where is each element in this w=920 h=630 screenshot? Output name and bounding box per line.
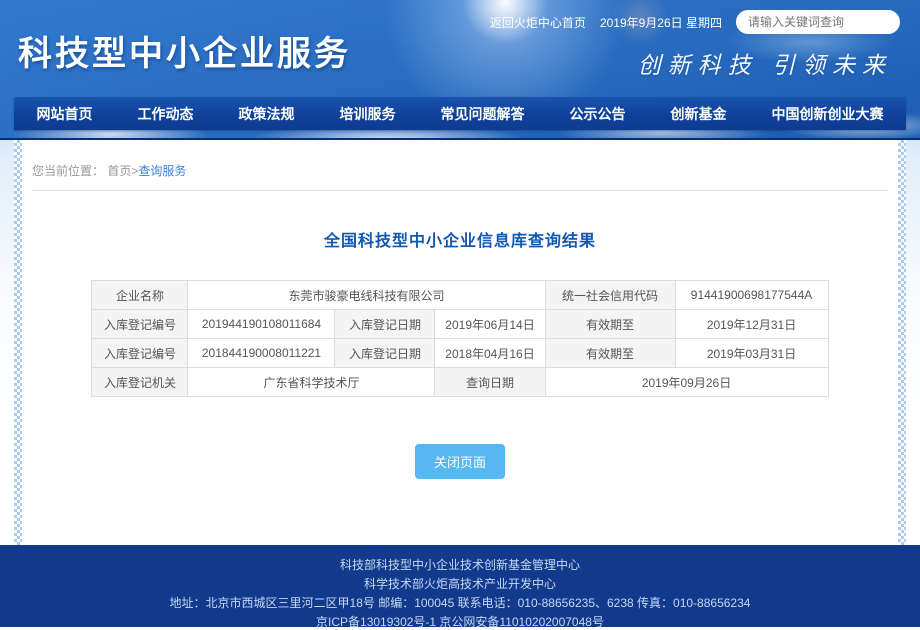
- top-utility-bar: 返回火炬中心首页 2019年9月26日 星期四: [490, 10, 900, 34]
- label-registration-date-2018: 入库登记日期: [335, 339, 435, 368]
- footer-org-line-1: 科技部科技型中小企业技术创新基金管理中心: [0, 556, 920, 575]
- main-navigation: 网站首页 工作动态 政策法规 培训服务 常见问题解答 公示公告 创新基金 中国创…: [14, 97, 906, 130]
- close-page-button[interactable]: 关闭页面: [415, 444, 505, 479]
- breadcrumb: 您当前位置： 首页>查询服务: [32, 162, 886, 179]
- value-registration-no-2019: 201944190108011684: [188, 310, 335, 339]
- table-row: 入库登记机关 广东省科学技术厅 查询日期 2019年09月26日: [92, 368, 828, 397]
- label-registration-date-2019: 入库登记日期: [335, 310, 435, 339]
- table-row: 入库登记编号 201844190008011221 入库登记日期 2018年04…: [92, 339, 828, 368]
- label-company-name: 企业名称: [92, 281, 188, 310]
- nav-item-innovation-fund[interactable]: 创新基金: [671, 104, 727, 124]
- site-slogan: 创新科技 引领未来: [638, 46, 892, 80]
- query-result-table: 企业名称 东莞市骏豪电线科技有限公司 统一社会信用代码 914419006981…: [91, 280, 828, 397]
- label-valid-until-2018: 有效期至: [545, 339, 675, 368]
- page-title: 全国科技型中小企业信息库查询结果: [14, 227, 906, 251]
- nav-item-innovation-contest[interactable]: 中国创新创业大赛: [772, 104, 884, 124]
- breadcrumb-home[interactable]: 首页: [107, 164, 131, 178]
- search-box[interactable]: [736, 10, 900, 34]
- torch-center-home-link[interactable]: 返回火炬中心首页: [490, 14, 586, 31]
- label-registration-no-2018: 入库登记编号: [92, 339, 188, 368]
- label-registration-authority: 入库登记机关: [92, 368, 188, 397]
- page-footer: 科技部科技型中小企业技术创新基金管理中心 科学技术部火炬高技术产业开发中心 地址…: [0, 545, 920, 627]
- value-company-name: 东莞市骏豪电线科技有限公司: [188, 281, 545, 310]
- search-input[interactable]: [748, 15, 903, 29]
- site-logo-title: 科技型中小企业服务: [18, 26, 351, 75]
- nav-item-faq[interactable]: 常见问题解答: [441, 104, 525, 124]
- nav-item-home[interactable]: 网站首页: [37, 104, 93, 124]
- value-registration-no-2018: 201844190008011221: [188, 339, 335, 368]
- panel-right-checker-border: [898, 140, 906, 545]
- label-registration-no-2019: 入库登记编号: [92, 310, 188, 339]
- current-date: 2019年9月26日 星期四: [600, 14, 722, 31]
- value-registration-date-2018: 2018年04月16日: [435, 339, 545, 368]
- nav-item-announcements[interactable]: 公示公告: [570, 104, 626, 124]
- breadcrumb-current-link[interactable]: 查询服务: [138, 164, 186, 178]
- table-row: 入库登记编号 201944190108011684 入库登记日期 2019年06…: [92, 310, 828, 339]
- value-query-date: 2019年09月26日: [545, 368, 828, 397]
- breadcrumb-divider: [32, 190, 888, 191]
- nav-item-work-news[interactable]: 工作动态: [138, 104, 194, 124]
- content-panel: 您当前位置： 首页>查询服务 全国科技型中小企业信息库查询结果 企业名称 东莞市…: [14, 140, 906, 545]
- footer-contact-line: 地址：北京市西城区三里河二区甲18号 邮编：100045 联系电话：010-88…: [0, 594, 920, 613]
- value-registration-date-2019: 2019年06月14日: [435, 310, 545, 339]
- footer-org-line-2: 科学技术部火炬高技术产业开发中心: [0, 575, 920, 594]
- label-credit-code: 统一社会信用代码: [545, 281, 675, 310]
- value-credit-code: 91441900698177544A: [675, 281, 828, 310]
- label-valid-until-2019: 有效期至: [545, 310, 675, 339]
- nav-item-training[interactable]: 培训服务: [340, 104, 396, 124]
- panel-left-checker-border: [14, 140, 22, 545]
- value-valid-until-2019: 2019年12月31日: [675, 310, 828, 339]
- nav-item-policy[interactable]: 政策法规: [239, 104, 295, 124]
- value-valid-until-2018: 2019年03月31日: [675, 339, 828, 368]
- breadcrumb-prefix: 您当前位置：: [32, 164, 104, 178]
- label-query-date: 查询日期: [435, 368, 545, 397]
- table-row: 企业名称 东莞市骏豪电线科技有限公司 统一社会信用代码 914419006981…: [92, 281, 828, 310]
- value-registration-authority: 广东省科学技术厅: [188, 368, 435, 397]
